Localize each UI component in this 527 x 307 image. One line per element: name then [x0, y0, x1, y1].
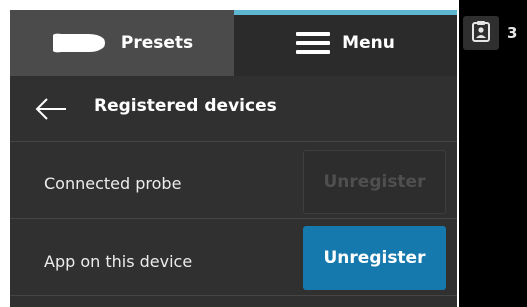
- hamburger-menu-icon: [296, 32, 331, 54]
- tab-menu-label: Menu: [342, 33, 395, 53]
- device-row-connected-probe: Connected probe Unregister: [10, 142, 457, 219]
- page-header: Registered devices: [10, 76, 457, 142]
- clipboard-count: 3: [507, 24, 518, 42]
- device-row-app: App on this device Unregister: [10, 219, 457, 296]
- device-label: App on this device: [44, 252, 193, 271]
- device-label: Connected probe: [44, 174, 182, 193]
- screen: 3 Presets Menu Registered devices Connec…: [0, 0, 527, 307]
- tab-presets-label: Presets: [120, 33, 194, 53]
- unregister-app-button[interactable]: Unregister: [303, 226, 446, 290]
- probe-icon: [51, 31, 107, 55]
- page-title: Registered devices: [94, 96, 277, 116]
- clipboard-button[interactable]: [463, 16, 499, 50]
- clipboard-person-icon: [471, 20, 491, 46]
- back-button[interactable]: [34, 98, 68, 120]
- main-panel: Presets Menu Registered devices Connecte…: [10, 10, 457, 307]
- tab-menu[interactable]: Menu: [234, 10, 457, 76]
- clipboard-badge[interactable]: 3: [463, 16, 527, 50]
- tab-bar: Presets Menu: [10, 10, 457, 76]
- unregister-probe-button[interactable]: Unregister: [303, 150, 446, 214]
- back-arrow-icon: [34, 98, 68, 124]
- tab-presets[interactable]: Presets: [10, 10, 234, 76]
- active-tab-indicator: [234, 10, 457, 15]
